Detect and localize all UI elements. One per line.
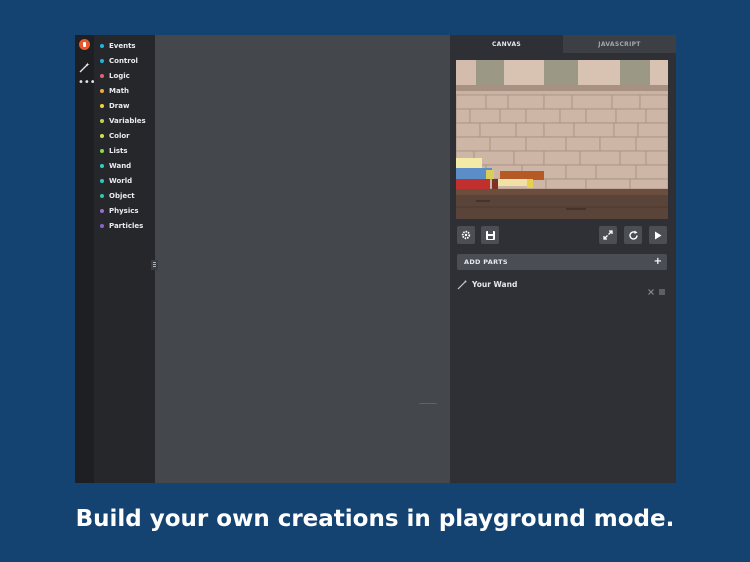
gear-icon[interactable]	[457, 226, 475, 244]
part-actions	[648, 280, 665, 299]
category-control[interactable]: Control	[100, 54, 138, 68]
category-dot	[100, 44, 104, 48]
category-dot	[100, 194, 104, 198]
close-icon[interactable]	[648, 280, 654, 299]
category-label: Color	[109, 132, 130, 140]
category-label: Draw	[109, 102, 130, 110]
play-icon[interactable]	[649, 226, 667, 244]
category-dot	[100, 74, 104, 78]
category-label: Logic	[109, 72, 130, 80]
plus-icon: +	[653, 256, 662, 267]
category-color[interactable]: Color	[100, 129, 130, 143]
tool-rail: •••	[75, 35, 96, 483]
right-panel: CANVAS JAVASCRIPT ADD PARTS + Your Wand	[450, 35, 676, 483]
category-logic[interactable]: Logic	[100, 69, 130, 83]
add-parts-label: ADD PARTS	[464, 258, 508, 266]
panel-resize-handle[interactable]	[151, 260, 158, 270]
block-workspace[interactable]	[155, 35, 516, 483]
category-wand[interactable]: Wand	[100, 159, 131, 173]
category-lists[interactable]: Lists	[100, 144, 128, 158]
category-dot	[100, 89, 104, 93]
block-category-panel: Events Control Logic Math Draw Variables…	[94, 35, 155, 483]
add-parts-button[interactable]: ADD PARTS +	[457, 254, 667, 270]
tab-javascript[interactable]: JAVASCRIPT	[563, 35, 676, 53]
category-label: Object	[109, 192, 135, 200]
promo-caption: Build your own creations in playground m…	[75, 506, 675, 532]
flame-icon[interactable]	[79, 39, 90, 50]
wand-icon	[457, 275, 467, 294]
category-dot	[100, 224, 104, 228]
zoom-divider	[419, 403, 437, 404]
category-dot	[100, 104, 104, 108]
category-label: Lists	[109, 147, 128, 155]
category-label: Wand	[109, 162, 132, 170]
output-tabs: CANVAS JAVASCRIPT	[450, 35, 676, 53]
category-dot	[100, 149, 104, 153]
part-item[interactable]: Your Wand	[457, 275, 667, 295]
category-label: Events	[109, 42, 136, 50]
category-events[interactable]: Events	[100, 39, 136, 53]
category-draw[interactable]: Draw	[100, 99, 129, 113]
category-world[interactable]: World	[100, 174, 132, 188]
category-label: Control	[109, 57, 138, 65]
playground-app: ••• Events Control Logic Math Draw Varia…	[75, 35, 676, 483]
category-variables[interactable]: Variables	[100, 114, 146, 128]
tab-canvas[interactable]: CANVAS	[450, 35, 563, 53]
category-label: Physics	[109, 207, 139, 215]
category-label: Math	[109, 87, 130, 95]
refresh-icon[interactable]	[624, 226, 642, 244]
category-dot	[100, 59, 104, 63]
drag-handle-icon[interactable]	[659, 280, 665, 299]
category-label: Variables	[109, 117, 146, 125]
category-label: Particles	[109, 222, 144, 230]
floppy-icon[interactable]	[481, 226, 499, 244]
category-dot	[100, 179, 104, 183]
category-dot	[100, 119, 104, 123]
category-physics[interactable]: Physics	[100, 204, 139, 218]
category-dot	[100, 164, 104, 168]
category-dot	[100, 134, 104, 138]
category-dot	[100, 209, 104, 213]
category-object[interactable]: Object	[100, 189, 135, 203]
category-particles[interactable]: Particles	[100, 219, 143, 233]
part-label: Your Wand	[472, 279, 518, 289]
canvas-preview[interactable]	[456, 60, 668, 219]
wand-icon[interactable]	[79, 58, 90, 77]
expand-icon[interactable]	[599, 226, 617, 244]
category-math[interactable]: Math	[100, 84, 129, 98]
category-label: World	[109, 177, 133, 185]
